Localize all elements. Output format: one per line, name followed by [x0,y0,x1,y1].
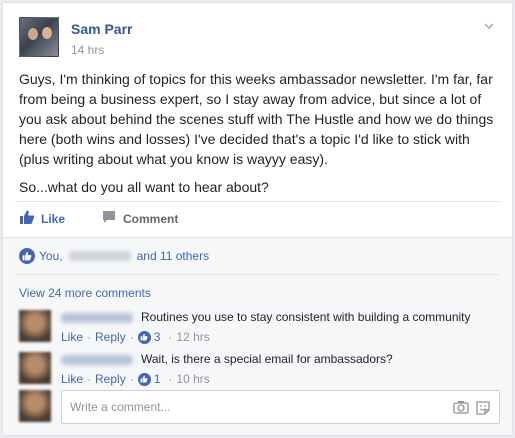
separator: · [168,372,173,386]
separator: · [129,330,134,344]
view-more-comments-link[interactable]: View 24 more comments [19,286,151,300]
chevron-down-icon[interactable] [482,19,496,33]
separator: · [168,330,173,344]
comment-reply-link[interactable]: Reply [95,330,126,344]
likes-others[interactable]: and 11 others [137,249,210,263]
likes-summary[interactable]: You, and 11 others [19,248,209,264]
separator: · [129,372,134,386]
comment-meta: Like · Reply · 1 · 10 hrs [61,372,210,386]
comment-item: Wait, is there a special email for ambas… [19,352,500,392]
comment-label: Comment [123,211,179,226]
divider [15,201,500,202]
commenter-name[interactable] [61,355,133,365]
comment-button[interactable]: Comment [101,209,178,228]
like-button[interactable]: Like [19,209,65,228]
thumbs-up-icon [19,209,41,228]
write-comment-row: Write a comment... [19,390,500,424]
comment-icon [101,209,123,228]
blurred-name [68,251,131,261]
post-body: Guys, I'm thinking of topics for this we… [19,69,499,205]
post-paragraph: Guys, I'm thinking of topics for this we… [19,71,494,167]
likes-you: You, [39,249,63,263]
thumbs-up-icon [19,248,35,264]
post-timestamp[interactable]: 14 hrs [71,43,104,57]
current-user-avatar [19,390,51,422]
post-header: Sam Parr 14 hrs [19,17,500,65]
comment-timestamp[interactable]: 10 hrs [176,372,209,386]
commenter-name[interactable] [61,313,133,323]
commenter-avatar[interactable] [19,310,51,342]
comment-like-count[interactable]: 3 [154,330,161,344]
like-label: Like [41,211,66,226]
separator: · [87,330,92,344]
author-avatar[interactable] [19,17,59,57]
comment-input[interactable]: Write a comment... [61,390,500,424]
thumbs-up-icon [137,330,151,344]
comment-text: Routines you use to stay consistent with… [141,310,471,324]
sticker-icon[interactable] [475,400,491,419]
thumbs-up-icon [137,372,151,386]
comment-input-placeholder: Write a comment... [70,400,171,414]
comment-meta: Like · Reply · 3 · 12 hrs [61,330,210,344]
comment-like-link[interactable]: Like [61,330,83,344]
comment-text: Wait, is there a special email for ambas… [141,352,393,366]
post-paragraph: So...what do you all want to hear about? [19,179,269,195]
comment-like-count[interactable]: 1 [154,372,161,386]
comment-item: Routines you use to stay consistent with… [19,310,500,350]
post-card: Sam Parr 14 hrs Guys, I'm thinking of to… [2,2,513,436]
divider [15,274,500,275]
author-name[interactable]: Sam Parr [71,21,132,37]
comment-timestamp[interactable]: 12 hrs [176,330,209,344]
separator: · [87,372,92,386]
post-actions: Like Comment [19,209,499,233]
comment-like-link[interactable]: Like [61,372,83,386]
comment-reply-link[interactable]: Reply [95,372,126,386]
camera-icon[interactable] [453,400,469,417]
commenter-avatar[interactable] [19,352,51,384]
feedback-section: You, and 11 others View 24 more comments… [3,237,512,435]
